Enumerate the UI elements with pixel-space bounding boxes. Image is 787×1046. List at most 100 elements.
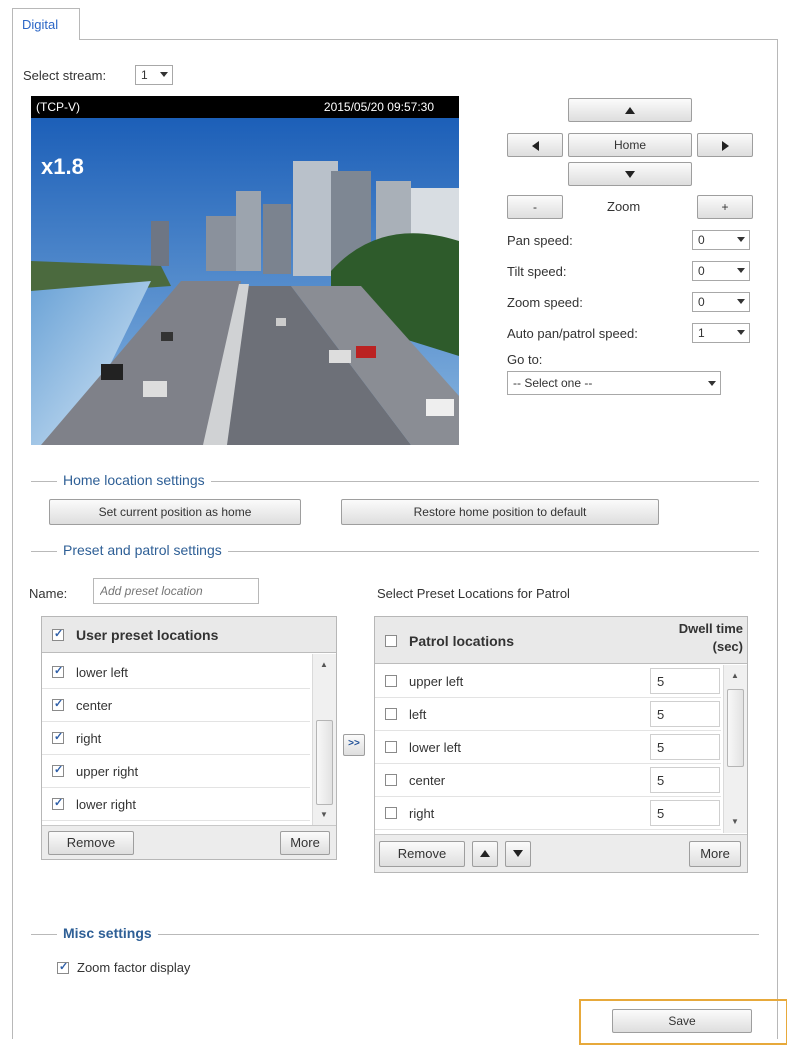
table-row[interactable]: lower left 5 xyxy=(375,731,721,764)
item-checkbox[interactable] xyxy=(385,675,397,687)
tab-digital[interactable]: Digital xyxy=(12,8,80,40)
dwell-header-unit: (sec) xyxy=(712,639,743,654)
set-home-button[interactable]: Set current position as home xyxy=(49,499,301,525)
stream-select-value: 1 xyxy=(141,68,148,82)
zoom-speed-label: Zoom speed: xyxy=(507,295,583,310)
scroll-thumb[interactable] xyxy=(727,689,744,767)
dwell-input[interactable]: 5 xyxy=(650,701,720,727)
tilt-up-button[interactable] xyxy=(568,98,692,122)
zoom-speed-select[interactable]: 0 xyxy=(692,292,750,312)
item-label: lower left xyxy=(76,665,129,680)
more-patrol-button[interactable]: More xyxy=(689,841,741,867)
video-status-bar: (TCP-V) 2015/05/20 09:57:30 xyxy=(31,96,459,118)
patrol-list: Patrol locations Dwell time (sec) upper … xyxy=(374,616,748,873)
select-stream-label: Select stream: xyxy=(23,68,107,83)
pan-speed-select[interactable]: 0 xyxy=(692,230,750,250)
table-row[interactable]: center 5 xyxy=(375,764,721,797)
scroll-down-icon[interactable]: ▼ xyxy=(320,810,328,819)
arrow-up-icon xyxy=(480,850,490,858)
item-checkbox[interactable] xyxy=(52,796,64,810)
scroll-up-icon[interactable]: ▲ xyxy=(320,660,328,669)
patrol-heading: Select Preset Locations for Patrol xyxy=(377,586,570,601)
item-checkbox[interactable] xyxy=(52,664,64,678)
scroll-down-icon[interactable]: ▼ xyxy=(731,817,739,826)
move-up-button[interactable] xyxy=(472,841,498,867)
chevron-down-icon xyxy=(708,381,716,386)
table-row[interactable]: upper left 5 xyxy=(375,665,721,698)
item-checkbox[interactable] xyxy=(385,774,397,786)
tilt-speed-value: 0 xyxy=(698,264,705,278)
list-item[interactable]: right xyxy=(42,722,310,755)
settings-panel: Select stream: 1 (TCP-V) 2015/05/20 09:5… xyxy=(12,39,787,1045)
patrol-header-label: Patrol locations xyxy=(409,633,515,649)
list-item[interactable]: upper right xyxy=(42,755,310,788)
home-button[interactable]: Home xyxy=(568,133,692,157)
user-preset-header-label: User preset locations xyxy=(76,627,219,643)
arrow-down-icon xyxy=(625,171,635,179)
video-timestamp: 2015/05/20 09:57:30 xyxy=(323,100,434,114)
item-label: lower left xyxy=(409,740,462,755)
pan-left-button[interactable] xyxy=(507,133,563,157)
list-item[interactable]: center xyxy=(42,689,310,722)
zoom-speed-value: 0 xyxy=(698,295,705,309)
list-item[interactable]: lower left xyxy=(42,656,310,689)
item-label: left xyxy=(409,707,427,722)
item-label: upper left xyxy=(409,674,464,689)
item-label: center xyxy=(76,698,113,713)
goto-select[interactable]: -- Select one -- xyxy=(507,371,721,395)
pan-speed-label: Pan speed: xyxy=(507,233,573,248)
zoom-label: Zoom xyxy=(607,199,641,214)
move-down-button[interactable] xyxy=(505,841,531,867)
scroll-up-icon[interactable]: ▲ xyxy=(731,671,739,680)
item-label: center xyxy=(409,773,446,788)
remove-preset-button[interactable]: Remove xyxy=(48,831,134,855)
select-all-user-checkbox[interactable] xyxy=(52,627,64,641)
chevron-down-icon xyxy=(737,330,745,335)
dwell-input[interactable]: 5 xyxy=(650,668,720,694)
item-label: upper right xyxy=(76,764,139,779)
arrow-down-icon xyxy=(513,850,523,858)
item-checkbox[interactable] xyxy=(385,708,397,720)
dwell-header-label: Dwell time xyxy=(678,621,743,636)
preset-name-input[interactable] xyxy=(93,578,259,604)
video-frame xyxy=(31,118,459,445)
select-all-patrol-checkbox[interactable] xyxy=(385,635,397,647)
dwell-input[interactable]: 5 xyxy=(650,800,720,826)
zoom-out-button[interactable]: - xyxy=(507,195,563,219)
dwell-input[interactable]: 5 xyxy=(650,734,720,760)
remove-patrol-button[interactable]: Remove xyxy=(379,841,465,867)
preset-name-label: Name: xyxy=(29,586,68,601)
table-row[interactable]: left 5 xyxy=(375,698,721,731)
list-item[interactable]: lower right xyxy=(42,788,310,821)
tilt-down-button[interactable] xyxy=(568,162,692,186)
user-list-scrollbar[interactable]: ▲ ▼ xyxy=(312,654,336,825)
table-row[interactable]: right 5 xyxy=(375,797,721,830)
tilt-speed-select[interactable]: 0 xyxy=(692,261,750,281)
pan-right-button[interactable] xyxy=(697,133,753,157)
goto-select-value: -- Select one -- xyxy=(513,376,593,390)
home-section-title: Home location settings xyxy=(57,472,211,488)
stream-select[interactable]: 1 xyxy=(135,65,173,85)
zoom-display-checkbox[interactable] xyxy=(57,960,69,974)
misc-section-title: Misc settings xyxy=(57,925,158,941)
more-preset-button[interactable]: More xyxy=(280,831,330,855)
save-button[interactable]: Save xyxy=(612,1009,752,1033)
patrol-list-scrollbar[interactable]: ▲ ▼ xyxy=(723,665,747,833)
add-to-patrol-button[interactable]: >> xyxy=(343,734,365,756)
live-video[interactable]: (TCP-V) 2015/05/20 09:57:30 x1.8 xyxy=(31,96,459,445)
item-label: lower right xyxy=(76,797,136,812)
video-protocol: (TCP-V) xyxy=(36,100,80,114)
item-checkbox[interactable] xyxy=(385,741,397,753)
zoom-in-button[interactable]: + xyxy=(697,195,753,219)
auto-patrol-speed-label: Auto pan/patrol speed: xyxy=(507,326,638,341)
auto-patrol-speed-value: 1 xyxy=(698,326,705,340)
item-checkbox[interactable] xyxy=(52,697,64,711)
item-checkbox[interactable] xyxy=(52,730,64,744)
auto-patrol-speed-select[interactable]: 1 xyxy=(692,323,750,343)
item-checkbox[interactable] xyxy=(385,807,397,819)
restore-home-button[interactable]: Restore home position to default xyxy=(341,499,659,525)
item-label: right xyxy=(409,806,435,821)
dwell-input[interactable]: 5 xyxy=(650,767,720,793)
item-checkbox[interactable] xyxy=(52,763,64,777)
scroll-thumb[interactable] xyxy=(316,720,333,805)
